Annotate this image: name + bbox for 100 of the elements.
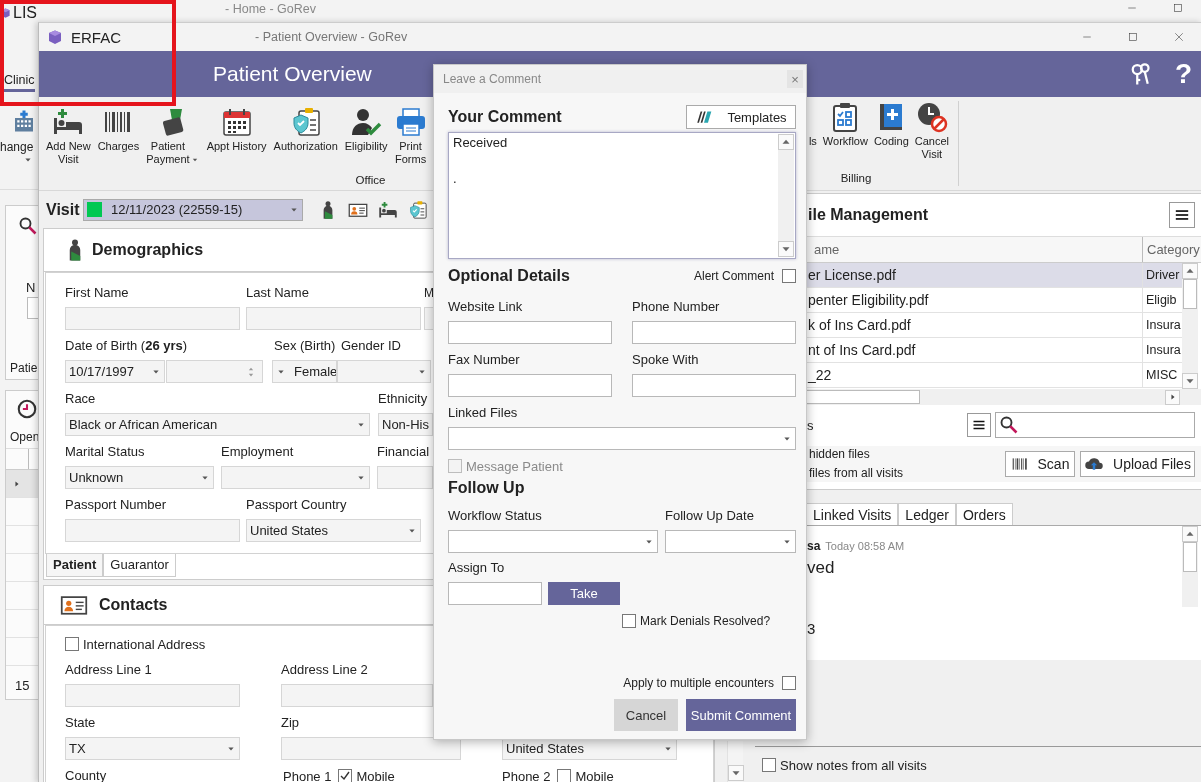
tab[interactable]: Ledger: [898, 503, 956, 525]
comment-field[interactable]: Received .: [448, 132, 796, 259]
scroll-thumb[interactable]: [1183, 542, 1197, 572]
input-field[interactable]: [424, 307, 434, 330]
field-label: Follow Up Date: [665, 508, 755, 524]
table-cell-text: nt of Ins Card.pdf: [807, 342, 916, 358]
tab[interactable]: Linked Visits: [806, 503, 899, 525]
table-row[interactable]: [6, 470, 38, 498]
dropdown[interactable]: [448, 427, 796, 450]
table-cell-text: k of Ins Card.pdf: [807, 317, 911, 333]
table-row[interactable]: er License.pdf Driver: [806, 263, 1182, 288]
scroll-thumb[interactable]: [806, 390, 920, 404]
scroll-up-icon[interactable]: [1182, 526, 1198, 542]
upload-button[interactable]: Upload Files: [1080, 451, 1195, 477]
ribbon-button[interactable]: Print Forms: [394, 106, 427, 174]
submit-button[interactable]: Submit Comment: [686, 699, 796, 731]
templates-button[interactable]: Templates: [686, 105, 796, 129]
dropdown[interactable]: Female: [272, 360, 337, 383]
search-field[interactable]: [995, 412, 1195, 438]
section-title: Your Comment: [448, 108, 562, 126]
person-check-icon: [350, 106, 383, 138]
take-button[interactable]: Take: [548, 582, 620, 605]
cancel-button[interactable]: Cancel: [614, 699, 678, 731]
field-label: Phone 2: [502, 768, 551, 782]
record-count: 15: [15, 678, 31, 693]
ribbon-button[interactable]: Patient Payment: [146, 106, 200, 174]
input-field[interactable]: [281, 684, 433, 707]
checkbox[interactable]: [65, 637, 79, 651]
dropdown[interactable]: Unknown: [65, 466, 214, 489]
input-field[interactable]: [281, 737, 461, 760]
input-field[interactable]: [246, 307, 421, 330]
checkbox[interactable]: [622, 614, 636, 628]
checkbox[interactable]: [782, 676, 796, 690]
scroll-down-icon[interactable]: [778, 241, 794, 257]
dropdown[interactable]: [337, 360, 431, 383]
dropdown[interactable]: TX: [65, 737, 240, 760]
scroll-down-icon[interactable]: [1182, 373, 1198, 389]
dropdown[interactable]: [377, 466, 433, 489]
tab[interactable]: Patient: [46, 554, 104, 577]
search-icon[interactable]: [18, 216, 38, 236]
field-label: Gender ID: [340, 338, 401, 354]
dropdown[interactable]: [221, 466, 370, 489]
field-label: Passport Country: [246, 497, 348, 513]
tab[interactable]: Guarantor: [103, 554, 176, 577]
checkbox[interactable]: [782, 269, 796, 283]
ribbon-button[interactable]: hange: [0, 106, 37, 166]
input-field[interactable]: [65, 519, 240, 542]
dropdown[interactable]: Black or African American: [65, 413, 370, 436]
menu-button[interactable]: [1169, 202, 1195, 228]
field-label: State: [65, 715, 97, 731]
tab[interactable]: Orders: [955, 503, 1013, 525]
label: s: [807, 417, 814, 433]
ribbon-button[interactable]: Appt History: [206, 106, 267, 174]
section-title: Contacts: [99, 596, 168, 614]
date-dropdown[interactable]: 10/17/1997: [65, 360, 165, 383]
dropdown[interactable]: United States: [246, 519, 421, 542]
scroll-thumb[interactable]: [1183, 279, 1197, 309]
input-field[interactable]: [65, 684, 240, 707]
group-label: Billing: [840, 172, 872, 186]
checkbox[interactable]: [338, 769, 353, 782]
field-label: Last Name: [246, 285, 310, 301]
ribbon-tab[interactable]: Clinic: [4, 73, 35, 92]
section-title: ile Management: [808, 206, 929, 224]
printer-icon: [394, 106, 427, 138]
ribbon-button[interactable]: Workflow: [822, 101, 868, 172]
input-field[interactable]: [27, 297, 38, 319]
menu-button[interactable]: [967, 413, 991, 437]
input-field[interactable]: [448, 374, 612, 397]
ribbon-button[interactable]: Eligibility: [344, 106, 388, 174]
input-field[interactable]: [632, 374, 796, 397]
scan-button[interactable]: Scan: [1005, 451, 1075, 477]
field-label: Linked Files: [448, 405, 519, 421]
input-field[interactable]: [65, 307, 240, 330]
input-field[interactable]: [448, 321, 612, 344]
dropdown[interactable]: [448, 530, 658, 553]
checkbox[interactable]: [557, 769, 572, 782]
checkbox[interactable]: [762, 758, 776, 772]
column-header: ame: [814, 242, 840, 257]
ribbon-button[interactable]: ls: [808, 101, 817, 172]
bed-plus-icon[interactable]: [378, 199, 398, 220]
scroll-up-icon[interactable]: [1182, 263, 1198, 279]
spin-field[interactable]: [166, 360, 263, 383]
shield-clipboard-icon[interactable]: [408, 199, 428, 220]
visit-dropdown[interactable]: 12/11/2023 (22559-15): [83, 198, 303, 221]
ribbon-button[interactable]: Cancel Visit: [914, 101, 949, 172]
ribbon-button[interactable]: Authorization: [273, 106, 338, 174]
help-button[interactable]: ?: [1174, 58, 1192, 90]
input-field[interactable]: [448, 582, 542, 605]
field-label: County: [65, 768, 108, 782]
dropdown[interactable]: Non-His: [378, 413, 433, 436]
scroll-down-icon[interactable]: [728, 765, 744, 781]
field-label: Marital Status: [65, 444, 146, 460]
input-field[interactable]: [632, 321, 796, 344]
ribbon-button[interactable]: Add New Visit: [46, 106, 91, 174]
scroll-up-icon[interactable]: [778, 134, 794, 150]
close-button[interactable]: ×: [787, 70, 803, 88]
ribbon-button[interactable]: Coding: [873, 101, 909, 172]
tab[interactable]: Patie: [6, 361, 38, 379]
ribbon-button[interactable]: Charges: [97, 106, 140, 174]
dropdown[interactable]: [665, 530, 796, 553]
